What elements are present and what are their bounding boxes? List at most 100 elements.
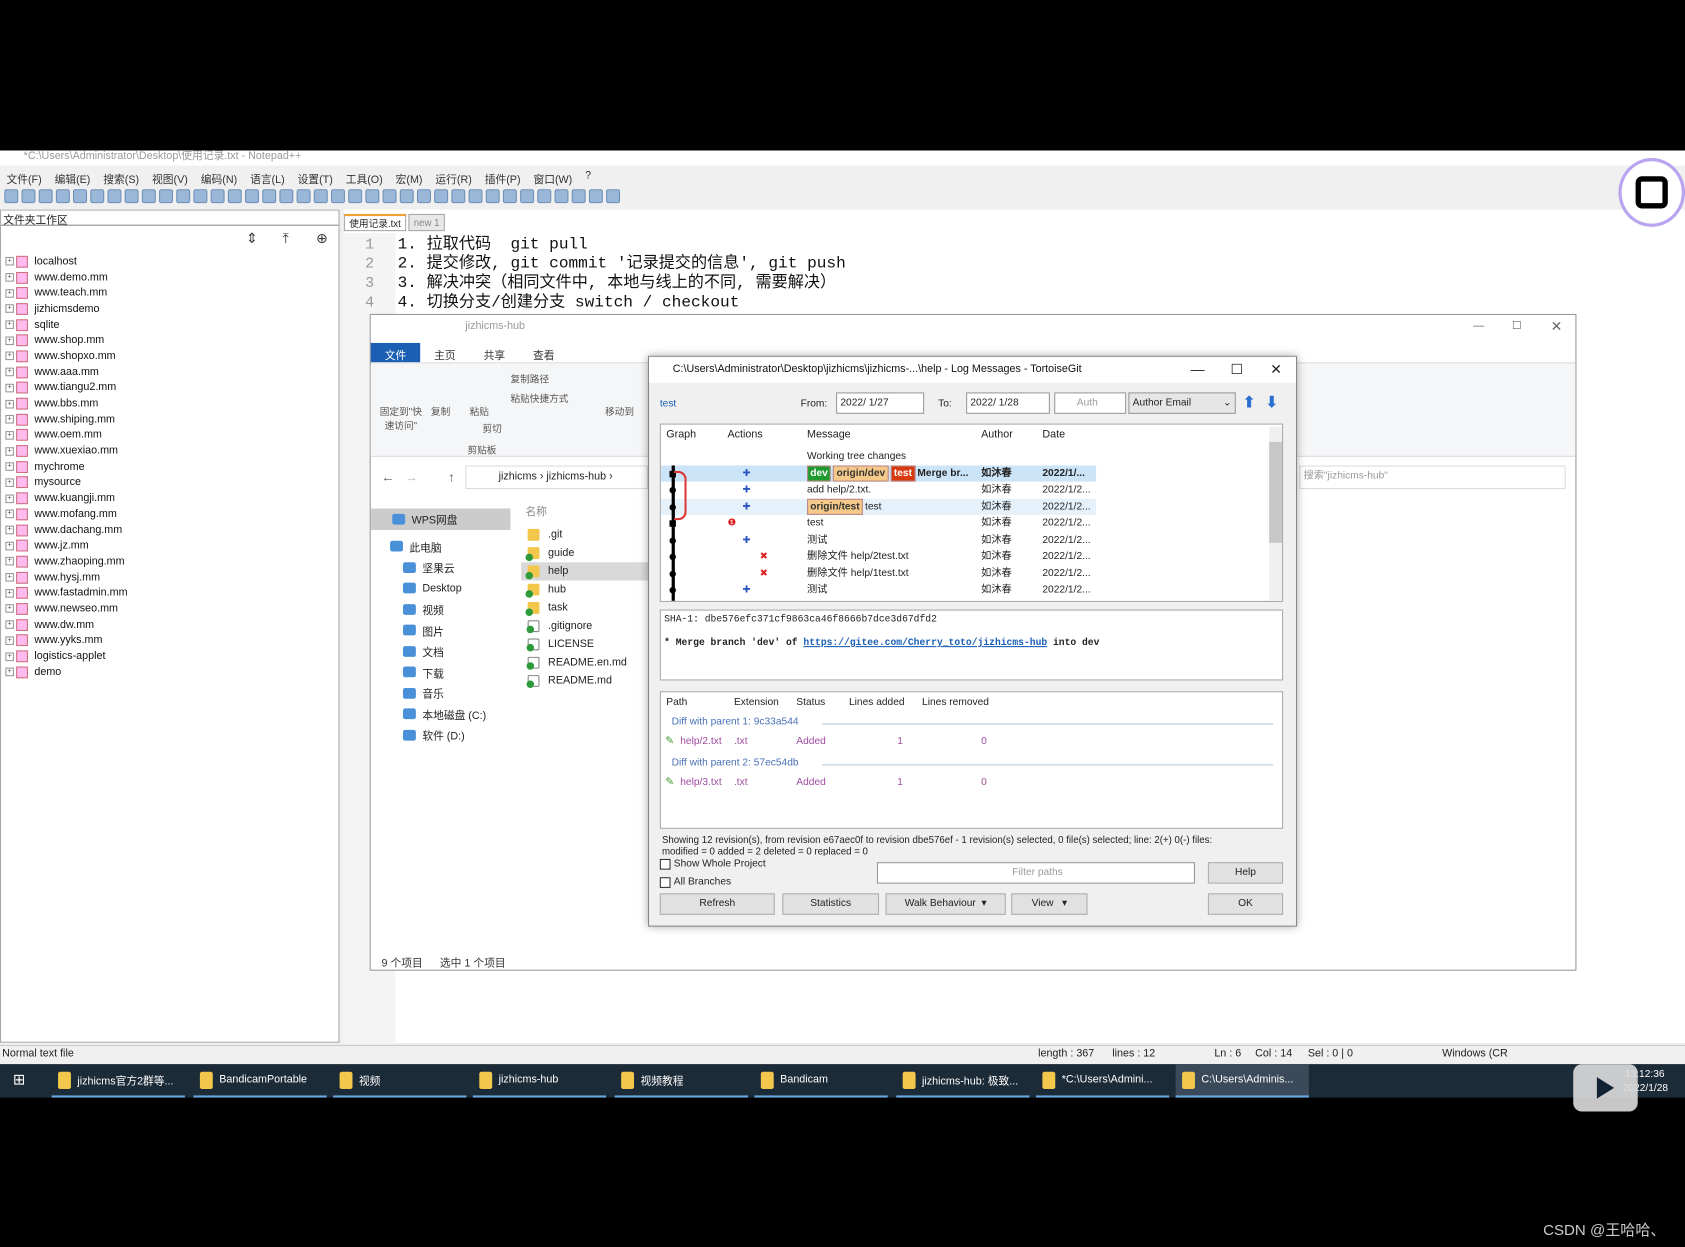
toolbar-button-icon[interactable]	[245, 189, 259, 204]
tree-item[interactable]: + mychrome	[5, 459, 127, 475]
tree-item[interactable]: + sqlite	[5, 317, 127, 333]
nav-item-7[interactable]: 下载	[371, 662, 511, 683]
toolbar-button-icon[interactable]	[554, 189, 569, 204]
toolbar-button-icon[interactable]	[159, 189, 174, 204]
tree-item[interactable]: + www.hysj.mm	[5, 569, 127, 585]
nav-item-10[interactable]: 软件 (D:)	[371, 725, 511, 746]
toolbar-button-icon[interactable]	[176, 189, 191, 204]
tree-item[interactable]: + jizhicmsdemo	[5, 301, 127, 317]
walk-behaviour-button[interactable]: Walk Behaviour ▾	[885, 893, 1006, 915]
nav-item-5[interactable]: 图片	[371, 620, 511, 641]
toolbar-button-icon[interactable]	[73, 189, 88, 204]
expand-icon[interactable]: +	[5, 430, 14, 440]
taskbar-item[interactable]: 视频	[333, 1064, 467, 1098]
show-whole-project-checkbox[interactable]: Show Whole Project	[659, 858, 766, 870]
revision-list[interactable]: Graph Actions Message Author Date Workin…	[659, 423, 1284, 602]
toolbar-button-icon[interactable]	[537, 189, 552, 204]
col-lines-added[interactable]: Lines added	[849, 697, 905, 709]
tree-item[interactable]: + www.kuangji.mm	[5, 491, 127, 507]
toolbar-button-icon[interactable]	[451, 189, 466, 204]
menu-item[interactable]: 编辑(E)	[55, 170, 91, 186]
log-row[interactable]: ✖ 删除文件 help/1test.txt 如沐春 2022/1/2...	[661, 565, 1096, 582]
expand-icon[interactable]: +	[5, 367, 14, 377]
toolbar-button-icon[interactable]	[348, 189, 363, 204]
ref-badge[interactable]: origin/dev	[833, 464, 889, 482]
file-item[interactable]: LICENSE	[521, 635, 661, 653]
menu-item[interactable]: 语言(L)	[250, 170, 285, 186]
tab-new-1[interactable]: new 1	[408, 213, 445, 232]
expand-icon[interactable]: +	[5, 557, 14, 566]
log-row[interactable]: ✚ 测试 如沐春 2022/1/2...	[661, 582, 1096, 599]
search-input[interactable]: 搜索"jizhicms-hub"	[1299, 465, 1566, 490]
ref-badge[interactable]: dev	[807, 464, 832, 482]
tree-item[interactable]: + www.teach.mm	[5, 285, 127, 301]
file-item[interactable]: .gitignore	[521, 617, 661, 635]
log-row[interactable]: ✚ add help/2.txt. 如沐春 2022/1/2...	[661, 482, 1096, 499]
toolbar-button-icon[interactable]	[296, 189, 311, 204]
toolbar-button-icon[interactable]	[227, 189, 242, 204]
all-branches-checkbox[interactable]: All Branches	[659, 876, 731, 888]
tree-item[interactable]: + www.jz.mm	[5, 538, 127, 554]
tree-item[interactable]: + localhost	[5, 254, 127, 270]
expand-icon[interactable]: +	[5, 336, 14, 345]
file-item[interactable]: README.md	[521, 672, 661, 690]
toolbar-button-icon[interactable]	[262, 189, 277, 204]
menu-item[interactable]: 搜索(S)	[103, 170, 139, 186]
arrow-up-icon[interactable]: ⬆	[1242, 392, 1261, 414]
toolbar-button-icon[interactable]	[38, 189, 53, 204]
tree-item[interactable]: + www.demo.mm	[5, 269, 127, 285]
menu-item[interactable]: 窗口(W)	[533, 170, 572, 186]
menu-item[interactable]: 编码(N)	[201, 170, 237, 186]
windows-start-icon[interactable]: ⊞	[13, 1071, 26, 1089]
paste-button[interactable]: 粘贴	[470, 404, 489, 418]
expand-icon[interactable]: +	[5, 478, 14, 487]
menu-item[interactable]: 宏(M)	[396, 170, 423, 186]
tree-item[interactable]: + www.mofang.mm	[5, 506, 127, 522]
expand-icon[interactable]: +	[5, 462, 14, 472]
taskbar-item[interactable]: 视频教程	[614, 1064, 748, 1098]
expand-icon[interactable]: +	[5, 667, 14, 677]
scrollbar[interactable]	[1269, 426, 1283, 601]
up-icon[interactable]: ↑	[448, 470, 454, 485]
toolbar-button-icon[interactable]	[90, 189, 105, 204]
toolbar-button-icon[interactable]	[571, 189, 586, 204]
taskbar-item[interactable]: jizhicms官方2群等...	[51, 1064, 185, 1098]
expand-icon[interactable]: +	[5, 573, 14, 582]
toolbar-button-icon[interactable]	[330, 189, 345, 204]
tree-item[interactable]: + www.oem.mm	[5, 427, 127, 443]
toolbar-button-icon[interactable]	[588, 189, 603, 204]
file-item[interactable]: guide	[521, 544, 661, 562]
col-extension[interactable]: Extension	[734, 697, 779, 709]
toolbar-button-icon[interactable]	[520, 189, 535, 204]
expand-icon[interactable]: +	[5, 257, 14, 266]
taskbar-item[interactable]: *C:\Users\Admini...	[1035, 1064, 1170, 1098]
changed-files-list[interactable]: Path Extension Status Lines added Lines …	[659, 691, 1284, 829]
minimize-button[interactable]: —	[1473, 315, 1484, 339]
menu-item[interactable]: 设置(T)	[298, 170, 333, 186]
ref-badge[interactable]: test	[890, 464, 916, 482]
toolbar-button-icon[interactable]	[416, 189, 431, 204]
expand-icon[interactable]: +	[5, 352, 14, 361]
taskbar-item[interactable]: Bandicam	[754, 1064, 888, 1098]
tree-item[interactable]: + www.tiangu2.mm	[5, 380, 127, 396]
tree-item[interactable]: + www.shopxo.mm	[5, 348, 127, 364]
tree-item[interactable]: + www.yyks.mm	[5, 633, 127, 649]
tree-item[interactable]: + www.bbs.mm	[5, 396, 127, 412]
tree-item[interactable]: + demo	[5, 664, 127, 680]
file-item[interactable]: hub	[521, 581, 661, 599]
nav-item-0[interactable]: WPS网盘	[370, 508, 511, 530]
help-button[interactable]: Help	[1207, 862, 1284, 884]
expand-icon[interactable]: +	[5, 494, 14, 503]
col-lines-removed[interactable]: Lines removed	[922, 697, 989, 709]
file-path[interactable]: help/3.txt	[680, 776, 721, 788]
toolbar-button-icon[interactable]	[434, 189, 449, 204]
view-button[interactable]: View ▾	[1011, 893, 1088, 915]
expand-icon[interactable]: +	[5, 383, 14, 393]
copy-path-button[interactable]: 复制路径	[510, 372, 549, 386]
menu-item[interactable]: 视图(V)	[152, 170, 188, 186]
tree-item[interactable]: + www.shop.mm	[5, 333, 127, 349]
maximize-button[interactable]: ☐	[1512, 315, 1522, 339]
paste-shortcut-button[interactable]: 粘贴快捷方式	[510, 391, 568, 405]
filter-paths-input[interactable]: Filter paths	[876, 862, 1195, 884]
toolbar-button-icon[interactable]	[365, 189, 380, 204]
